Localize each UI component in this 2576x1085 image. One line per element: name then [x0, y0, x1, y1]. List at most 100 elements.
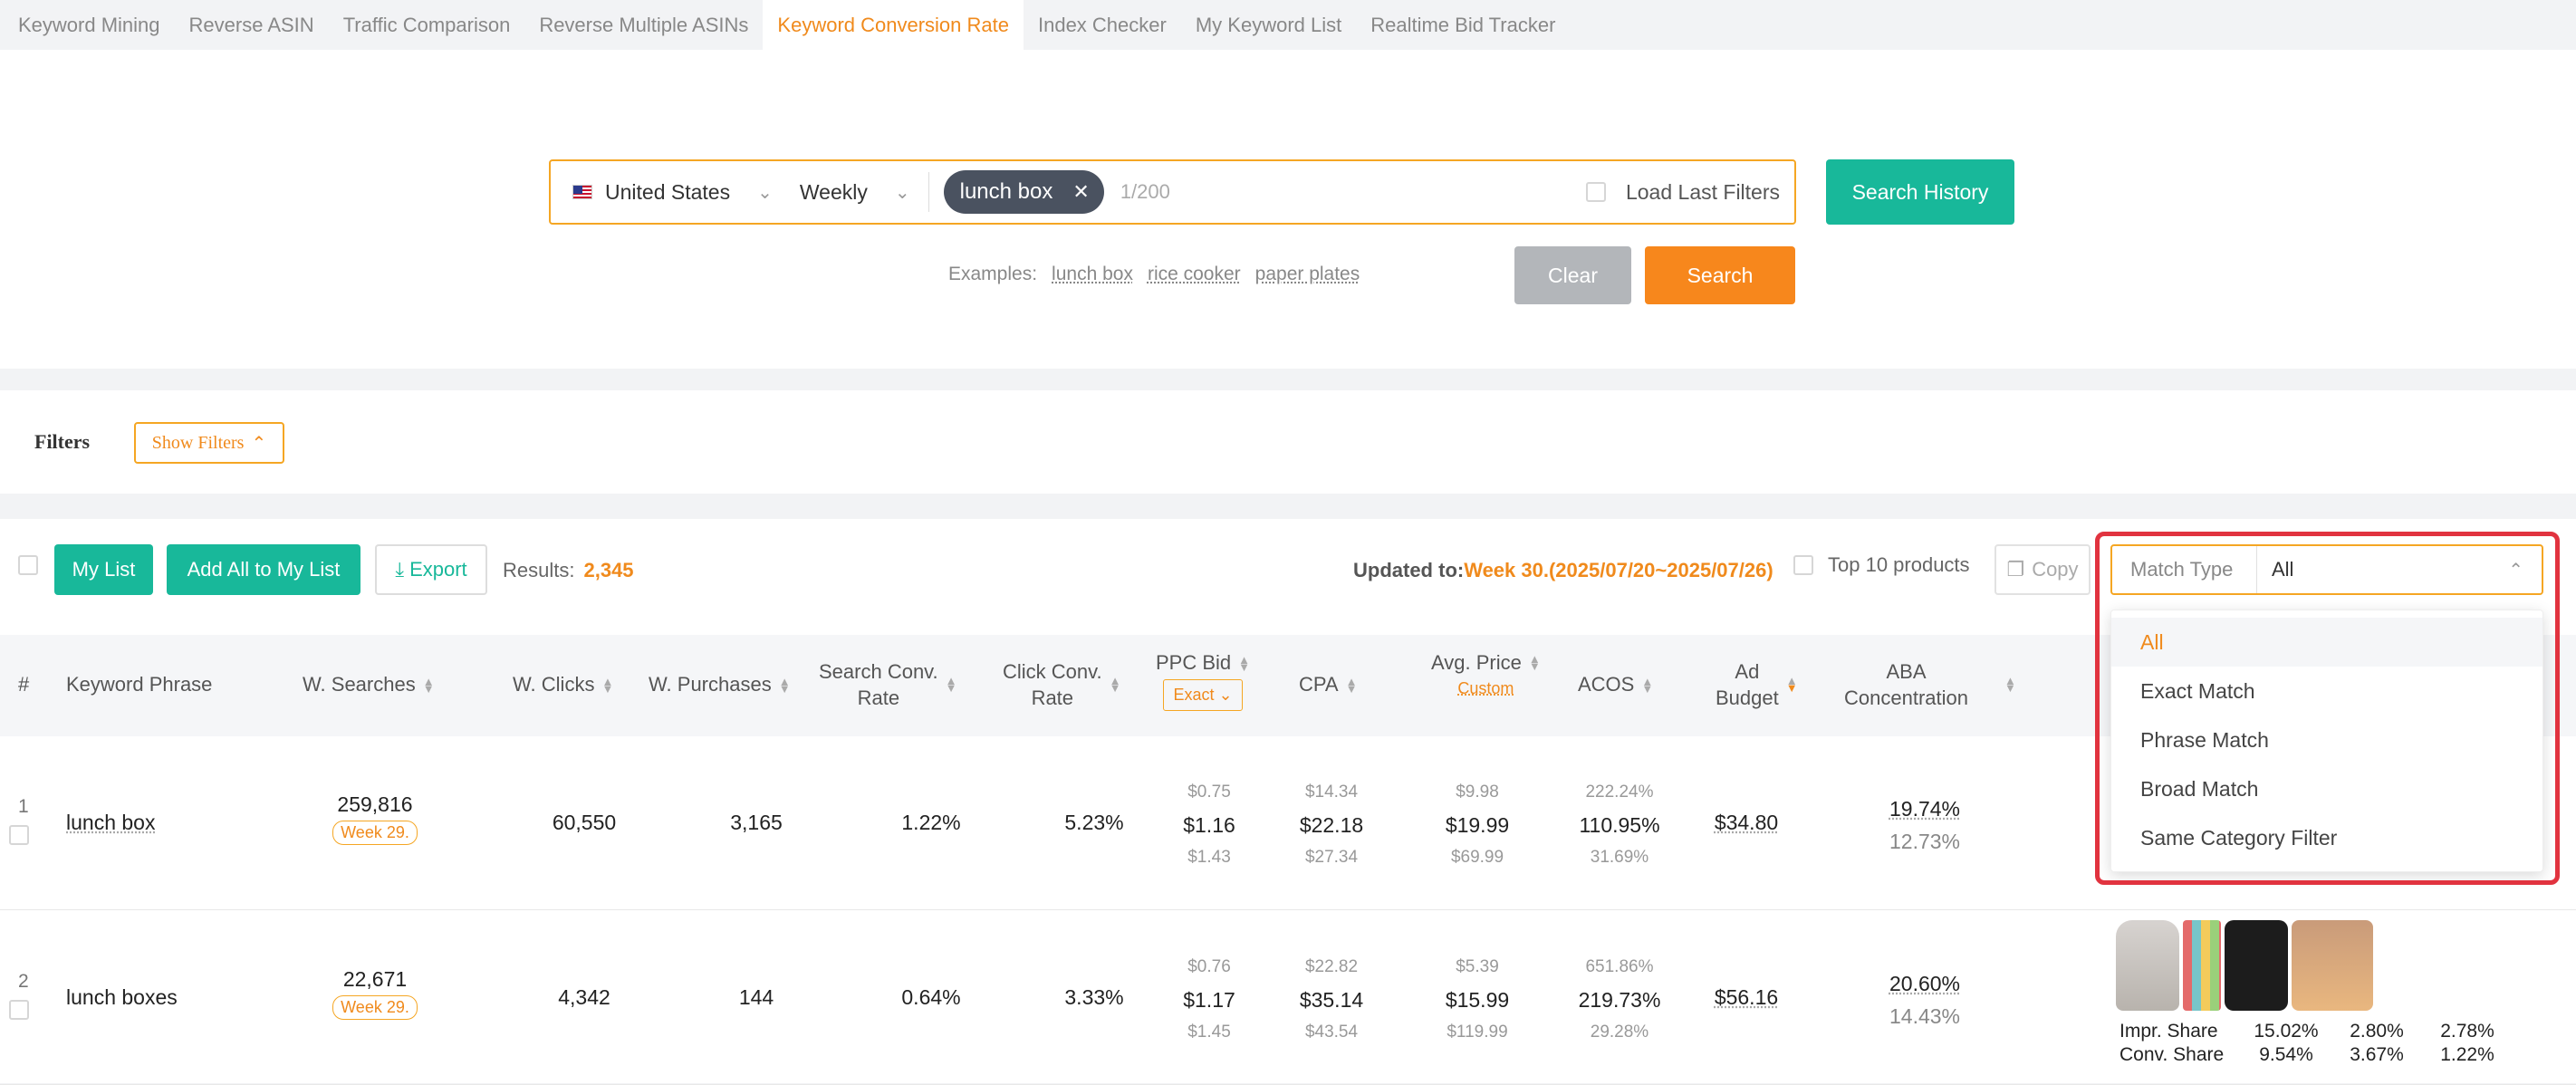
example-link[interactable]: paper plates — [1255, 264, 1360, 285]
product-image-black-bag[interactable] — [2225, 920, 2288, 1011]
acos-high: 31.69% — [1590, 848, 1649, 867]
ppc-high: $1.43 — [1187, 848, 1231, 867]
col-search-conv[interactable]: Search Conv. Rate ▲ ▼ — [819, 658, 957, 711]
week-badge[interactable]: Week 29. — [332, 995, 418, 1020]
ppc-cell: $0.76 $1.17 $1.45 — [1168, 951, 1250, 1049]
cpa-cell: $14.34 $22.18 $27.34 — [1291, 776, 1372, 874]
ppc-cell: $0.75 $1.16 $1.43 — [1168, 776, 1250, 874]
keyword-link[interactable]: lunch box — [66, 811, 155, 835]
acos-value: 219.73% — [1578, 988, 1661, 1012]
copy-icon: ❐ — [2006, 558, 2025, 581]
col-clicks[interactable]: W. Clicks ▲ ▼ — [513, 671, 613, 697]
clear-button[interactable]: Clear — [1514, 246, 1631, 304]
tab-reverse-asin[interactable]: Reverse ASIN — [175, 0, 329, 50]
col-ad-budget[interactable]: Ad Budget ▲ ▼ — [1716, 658, 1798, 711]
keyword-link[interactable]: lunch boxes — [66, 985, 178, 1010]
sort-icon[interactable]: ▲ ▼ — [601, 676, 613, 695]
sort-icon[interactable]: ▲ ▼ — [1641, 676, 1653, 695]
tab-keyword-conversion-rate[interactable]: Keyword Conversion Rate — [763, 0, 1024, 50]
show-filters-button[interactable]: Show Filters ⌃ — [134, 422, 284, 464]
sort-icon[interactable]: ▲ ▼ — [2004, 675, 2016, 694]
col-click-conv[interactable]: Click Conv. Rate ▲ ▼ — [1003, 658, 1121, 711]
search-conv-cell: 0.64% — [901, 985, 961, 1009]
chevron-down-icon[interactable]: ⌄ — [895, 181, 910, 204]
cpa-value: $35.14 — [1299, 988, 1364, 1012]
highlight-annotation — [2095, 532, 2560, 885]
sort-icon[interactable]: ▲ ▼ — [1346, 676, 1358, 695]
sort-icon[interactable]: ▲ ▼ — [946, 675, 957, 694]
price-high: $69.99 — [1450, 848, 1504, 867]
tab-reverse-multiple-asins[interactable]: Reverse Multiple ASINs — [524, 0, 763, 50]
updated-value: Week 30.(2025/07/20~2025/07/26) — [1464, 559, 1773, 581]
conv-share-value: 1.22% — [2440, 1044, 2494, 1065]
product-image-lunch-bag[interactable] — [2116, 920, 2179, 1011]
top10-toggle[interactable]: Top 10 products — [1793, 553, 1970, 577]
purchases-cell: 144 — [738, 985, 774, 1009]
sort-icon[interactable]: ▲ ▼ — [423, 676, 435, 695]
cpa-cell: $22.82 $35.14 $43.54 — [1291, 951, 1372, 1049]
chevron-down-icon[interactable]: ⌄ — [757, 181, 773, 204]
load-last-checkbox[interactable] — [1585, 182, 1606, 202]
period-select[interactable]: Weekly — [800, 180, 868, 205]
col-search-conv-label: Search Conv. — [819, 660, 938, 683]
sort-icon[interactable]: ▲ ▼ — [1786, 675, 1798, 694]
col-aba-concentration[interactable]: ABA Concentration ▲ ▼ — [1844, 658, 2016, 711]
col-ppc-label: PPC Bid — [1156, 651, 1232, 674]
col-searches[interactable]: W. Searches ▲ ▼ — [303, 671, 435, 697]
col-cpa[interactable]: CPA ▲ ▼ — [1299, 671, 1357, 697]
results-label: Results: — [503, 559, 575, 581]
cpa-low: $22.82 — [1304, 957, 1359, 976]
sort-icon[interactable]: ▲ ▼ — [1238, 654, 1250, 673]
search-history-button[interactable]: Search History — [1826, 159, 2014, 225]
product-image-container-set[interactable] — [2183, 920, 2221, 1011]
impr-share-value: 2.78% — [2440, 1021, 2494, 1042]
sort-icon[interactable]: ▲ ▼ — [1110, 675, 1121, 694]
filters-bar: Filters Show Filters ⌃ — [0, 390, 2576, 494]
col-ppc-bid[interactable]: PPC Bid ▲ ▼ Exact ⌄ — [1156, 649, 1250, 711]
share-grid: Impr. Share 15.02% 2.80% 2.78% Conv. Sha… — [2119, 1020, 2513, 1067]
load-last-filters[interactable]: Load Last Filters — [1585, 180, 1794, 205]
export-button[interactable]: ⤓ Export — [375, 544, 487, 595]
tab-realtime-bid-tracker[interactable]: Realtime Bid Tracker — [1356, 0, 1570, 50]
tab-my-keyword-list[interactable]: My Keyword List — [1181, 0, 1356, 50]
col-search-conv-label-2: Rate — [857, 687, 900, 709]
week-badge[interactable]: Week 29. — [332, 821, 418, 845]
ppc-exact-select[interactable]: Exact ⌄ — [1163, 679, 1243, 711]
conv-share-value: 9.54% — [2259, 1044, 2313, 1065]
tab-traffic-comparison[interactable]: Traffic Comparison — [329, 0, 525, 50]
close-icon[interactable]: ✕ — [1072, 180, 1089, 204]
click-conv-cell: 3.33% — [1064, 985, 1124, 1009]
sort-icon[interactable]: ▲ ▼ — [779, 676, 791, 695]
search-button[interactable]: Search — [1645, 246, 1795, 304]
clicks-cell: 4,342 — [558, 985, 610, 1009]
search-panel: United States ⌄ Weekly ⌄ lunch box ✕ 1/2… — [0, 50, 2576, 369]
row-checkbox[interactable] — [9, 825, 29, 845]
copy-button[interactable]: ❐ Copy — [1994, 544, 2091, 595]
cpa-low: $14.34 — [1304, 783, 1359, 802]
row-checkbox[interactable] — [9, 1000, 29, 1020]
example-link[interactable]: rice cooker — [1148, 264, 1241, 285]
updated-info: Updated to:Week 30.(2025/07/20~2025/07/2… — [1353, 559, 1773, 582]
top10-checkbox[interactable] — [1793, 555, 1813, 575]
example-link[interactable]: lunch box — [1052, 264, 1133, 285]
aba-value: 20.60% — [1889, 972, 1960, 995]
avg-price-custom-link[interactable]: Custom — [1431, 676, 1541, 702]
col-avg-price[interactable]: Avg. Price ▲ ▼ Custom — [1431, 649, 1541, 702]
budget-cell[interactable]: $56.16 — [1703, 985, 1790, 1010]
country-select[interactable]: United States — [605, 180, 730, 205]
acos-low: 222.24% — [1585, 783, 1654, 802]
tab-index-checker[interactable]: Index Checker — [1024, 0, 1181, 50]
col-purchases[interactable]: W. Purchases ▲ ▼ — [649, 671, 791, 697]
row-index: 2 — [18, 971, 29, 992]
col-acos[interactable]: ACOS ▲ ▼ — [1578, 671, 1653, 697]
col-aba-label-2: Concentration — [1844, 687, 1968, 709]
budget-cell[interactable]: $34.80 — [1703, 811, 1790, 835]
tab-keyword-mining[interactable]: Keyword Mining — [4, 0, 175, 50]
product-image-bento-box[interactable] — [2292, 920, 2373, 1011]
add-all-button[interactable]: Add All to My List — [167, 544, 360, 595]
my-list-button[interactable]: My List — [54, 544, 153, 595]
filters-title: Filters — [34, 430, 91, 453]
select-all-checkbox[interactable] — [18, 555, 38, 575]
ppc-high: $1.45 — [1187, 1023, 1231, 1042]
sort-icon[interactable]: ▲ ▼ — [1529, 653, 1541, 672]
